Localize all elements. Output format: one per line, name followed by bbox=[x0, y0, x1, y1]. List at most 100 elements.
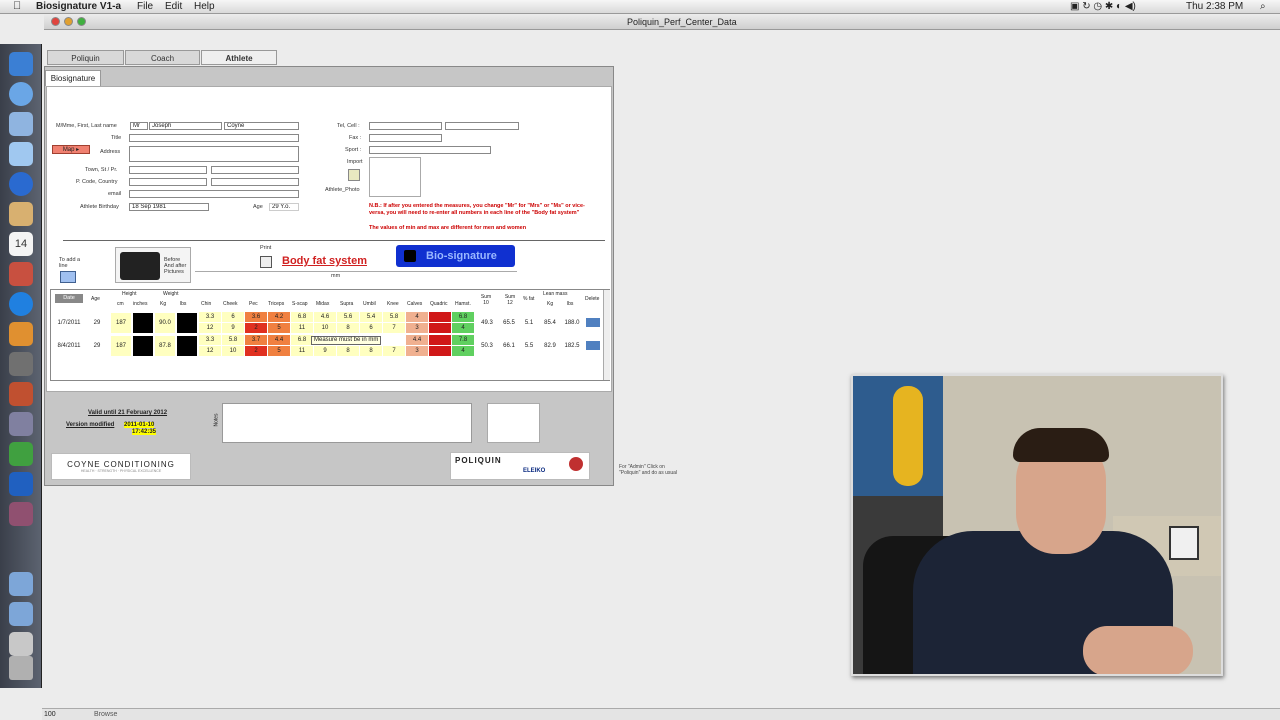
mail-icon[interactable] bbox=[9, 142, 33, 166]
before-after-button[interactable]: Before And after Pictures bbox=[115, 247, 191, 283]
safari-icon[interactable] bbox=[9, 82, 33, 106]
date-cell[interactable]: 1/7/2011 bbox=[55, 318, 83, 328]
midax-top[interactable]: 4.6 bbox=[314, 312, 336, 322]
athlete-photo-container[interactable] bbox=[369, 157, 421, 197]
midax-header: Midax bbox=[316, 301, 330, 307]
help-menu[interactable]: Help bbox=[194, 1, 215, 12]
zoom-level[interactable]: 100 bbox=[44, 711, 56, 718]
spotlight-icon[interactable]: ⌕ bbox=[1260, 1, 1266, 12]
state-field[interactable] bbox=[211, 166, 299, 174]
photos-icon[interactable] bbox=[9, 262, 33, 286]
trash-icon[interactable] bbox=[9, 656, 33, 680]
triceps-top[interactable]: 4.4 bbox=[268, 335, 290, 345]
app-menu[interactable]: Biosignature V1-a bbox=[36, 1, 121, 12]
tab-biosignature[interactable]: Biosignature bbox=[45, 70, 101, 86]
pec-top[interactable]: 3.6 bbox=[245, 312, 267, 322]
facetime-icon[interactable] bbox=[9, 172, 33, 196]
postcode-field[interactable] bbox=[129, 178, 207, 186]
print-icon[interactable] bbox=[260, 256, 272, 268]
chin-top[interactable]: 3.3 bbox=[199, 335, 221, 345]
cheek-top[interactable]: 5.8 bbox=[222, 335, 244, 345]
birthday-field[interactable]: 18 Sep 1981 bbox=[129, 203, 209, 211]
tab-coach[interactable]: Coach bbox=[125, 50, 200, 65]
itunes-icon[interactable] bbox=[9, 292, 33, 316]
fax-field[interactable] bbox=[369, 134, 442, 142]
cm-cell[interactable]: 187 bbox=[111, 313, 131, 333]
status-icons[interactable]: ▣ ↻ ◷ ✱ ◐ ◀) bbox=[1070, 1, 1136, 12]
calendar-icon[interactable]: 14 bbox=[9, 232, 33, 256]
utility-icon[interactable] bbox=[9, 412, 33, 436]
apple-icon[interactable]:  bbox=[13, 0, 21, 12]
bio-signature-button[interactable]: Bio-signature bbox=[396, 245, 515, 267]
signature-box[interactable] bbox=[487, 403, 540, 443]
edit-menu[interactable]: Edit bbox=[165, 1, 182, 12]
kg-cell[interactable]: 87.8 bbox=[155, 336, 175, 356]
close-window-icon[interactable] bbox=[51, 17, 60, 26]
email-field[interactable] bbox=[129, 190, 299, 198]
tel-field[interactable] bbox=[369, 122, 442, 130]
calves-top[interactable]: 4 bbox=[406, 312, 428, 322]
cm-cell[interactable]: 187 bbox=[111, 336, 131, 356]
town-field[interactable] bbox=[129, 166, 207, 174]
downloads-icon[interactable] bbox=[9, 632, 33, 656]
system-preferences-icon[interactable] bbox=[9, 352, 33, 376]
import-label: Import bbox=[347, 159, 363, 165]
import-photo-button[interactable] bbox=[348, 169, 360, 181]
last-name-field[interactable]: Coyne bbox=[224, 122, 299, 130]
umbil-top[interactable]: 5.4 bbox=[360, 312, 382, 322]
salutation-field[interactable]: Mr bbox=[130, 122, 148, 130]
knee-top[interactable]: 5.8 bbox=[383, 312, 405, 322]
cheek-top[interactable]: 6 bbox=[222, 312, 244, 322]
sscap-top[interactable]: 6.8 bbox=[291, 335, 313, 345]
delete-row-icon[interactable] bbox=[586, 341, 600, 350]
finder-icon[interactable] bbox=[9, 52, 33, 76]
triceps-top[interactable]: 4.2 bbox=[268, 312, 290, 322]
menubar-clock[interactable]: Thu 2:38 PM bbox=[1186, 1, 1243, 12]
delete-row-icon[interactable] bbox=[586, 318, 600, 327]
body-fat-system-button[interactable]: Body fat system bbox=[282, 255, 367, 267]
address-field[interactable] bbox=[129, 146, 299, 162]
map-button[interactable]: Map ▸ bbox=[52, 145, 90, 154]
contacts-icon[interactable] bbox=[9, 202, 33, 226]
date-header[interactable]: Date bbox=[55, 294, 83, 303]
imovie-icon[interactable] bbox=[9, 502, 33, 526]
country-field[interactable] bbox=[211, 178, 299, 186]
supra-bottom: 8 bbox=[337, 323, 359, 333]
calves-top[interactable]: 4.4 bbox=[406, 335, 428, 345]
tab-poliquin[interactable]: Poliquin bbox=[47, 50, 124, 65]
add-line-button[interactable] bbox=[60, 271, 76, 283]
chin-top[interactable]: 3.3 bbox=[199, 312, 221, 322]
mode-indicator[interactable]: Browse bbox=[94, 711, 117, 718]
blackhawks-logo bbox=[569, 457, 583, 471]
documents-folder-icon[interactable] bbox=[9, 602, 33, 626]
table-row: 1/7/2011 29 187 90.0 3.3 12 6 9 3.6 2 4.… bbox=[51, 312, 611, 334]
kg-cell[interactable]: 90.0 bbox=[155, 313, 175, 333]
excel-icon[interactable] bbox=[9, 442, 33, 466]
date-cell[interactable]: 8/4/2011 bbox=[55, 341, 83, 351]
zoom-window-icon[interactable] bbox=[77, 17, 86, 26]
sport-field[interactable] bbox=[369, 146, 491, 154]
quadric-top[interactable] bbox=[429, 312, 451, 322]
applications-folder-icon[interactable] bbox=[9, 572, 33, 596]
tab-athlete[interactable]: Athlete bbox=[201, 50, 277, 65]
file-menu[interactable]: File bbox=[137, 1, 153, 12]
triceps-bottom: 5 bbox=[268, 323, 290, 333]
supra-top[interactable]: 5.6 bbox=[337, 312, 359, 322]
poliquin-logo[interactable]: POLIQUIN ELEIKO bbox=[450, 452, 590, 480]
triceps-bottom: 5 bbox=[268, 346, 290, 356]
filemaker-icon[interactable] bbox=[9, 382, 33, 406]
sscap-top[interactable]: 6.8 bbox=[291, 312, 313, 322]
cell-field[interactable] bbox=[445, 122, 519, 130]
table-scrollbar[interactable] bbox=[603, 290, 610, 380]
hamst-top[interactable]: 6.8 bbox=[452, 312, 474, 322]
preview-icon[interactable] bbox=[9, 112, 33, 136]
title-field[interactable] bbox=[129, 134, 299, 142]
first-name-field[interactable]: Joseph bbox=[149, 122, 222, 130]
notes-field[interactable] bbox=[222, 403, 472, 443]
minimize-window-icon[interactable] bbox=[64, 17, 73, 26]
iphoto-icon[interactable] bbox=[9, 322, 33, 346]
quadric-top[interactable] bbox=[429, 335, 451, 345]
word-icon[interactable] bbox=[9, 472, 33, 496]
pec-top[interactable]: 3.7 bbox=[245, 335, 267, 345]
hamst-top[interactable]: 7.8 bbox=[452, 335, 474, 345]
